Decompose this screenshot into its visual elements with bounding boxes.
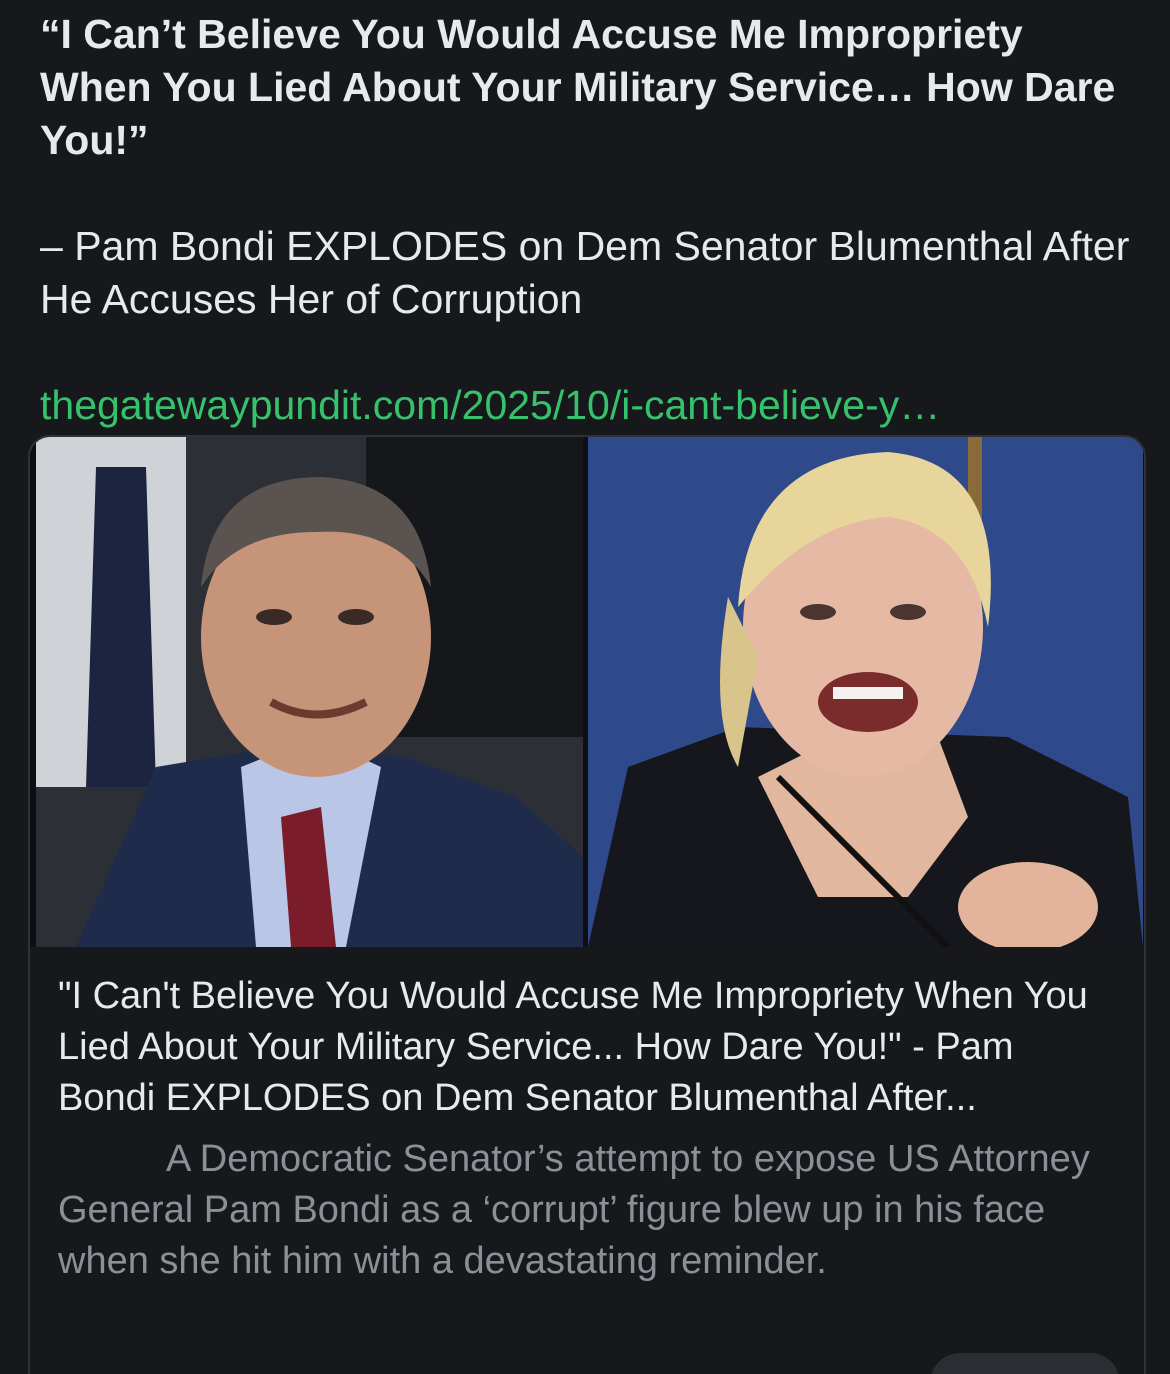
card-title: "I Can't Believe You Would Accuse Me Imp… — [58, 975, 1088, 1119]
post-headline: “I Can’t Believe You Would Accuse Me Imp… — [40, 11, 1126, 163]
post-content: “I Can’t Believe You Would Accuse Me Imp… — [40, 8, 1130, 432]
senator-photo — [36, 437, 583, 947]
card-action-button[interactable] — [930, 1353, 1120, 1374]
post-subline: – Pam Bondi EXPLODES on Dem Senator Blum… — [40, 223, 1141, 322]
link-preview-card[interactable]: "I Can't Believe You Would Accuse Me Imp… — [28, 435, 1146, 1374]
card-image[interactable] — [30, 437, 1144, 947]
bondi-photo — [588, 437, 1143, 947]
bondi-photo-illustration — [588, 437, 1143, 947]
senator-photo-illustration — [36, 437, 583, 947]
post-link[interactable]: thegatewaypundit.com/2025/10/i-cant-beli… — [40, 379, 1130, 432]
card-description: A Democratic Senator’s attempt to expose… — [58, 1138, 1090, 1282]
card-text: "I Can't Believe You Would Accuse Me Imp… — [30, 947, 1144, 1287]
